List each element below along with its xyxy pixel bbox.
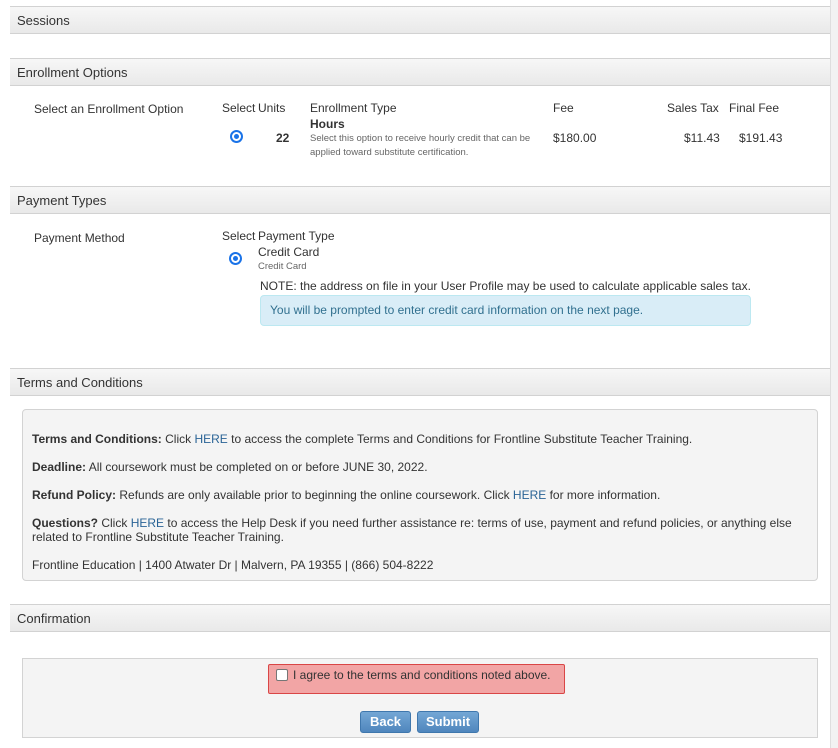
agree-terms-alert[interactable]: I agree to the terms and conditions note… — [268, 664, 565, 694]
payment-col-type: Payment Type — [258, 229, 335, 243]
enrollment-col-units: Units — [258, 101, 286, 115]
payment-option-subtitle: Credit Card — [258, 261, 307, 272]
refund-text-pre: Refunds are only available prior to begi… — [116, 488, 513, 502]
page-scrollbar-gutter — [830, 0, 838, 748]
enrollment-fee-value: $180.00 — [553, 131, 597, 145]
terms-panel: Terms and Conditions: Click HERE to acce… — [22, 409, 818, 581]
refund-label: Refund Policy: — [32, 488, 117, 502]
back-button[interactable]: Back — [360, 711, 411, 733]
enrollment-col-fee: Fee — [553, 101, 574, 115]
refund-paragraph: Refund Policy: Refunds are only availabl… — [32, 488, 807, 502]
enrollment-options-header: Enrollment Options — [10, 58, 830, 86]
agree-terms-label[interactable]: I agree to the terms and conditions note… — [293, 668, 551, 682]
deadline-label: Deadline: — [32, 460, 87, 474]
agree-terms-checkbox[interactable] — [276, 669, 288, 681]
payment-types-header: Payment Types — [10, 186, 830, 214]
questions-label: Questions? — [32, 516, 99, 530]
sales-tax-note: NOTE: the address on file in your User P… — [260, 279, 751, 293]
payment-option-title: Credit Card — [258, 245, 320, 259]
submit-button[interactable]: Submit — [417, 711, 479, 733]
terms-label: Terms and Conditions: — [32, 432, 162, 446]
terms-paragraph: Terms and Conditions: Click HERE to acce… — [32, 432, 807, 446]
terms-text-post: to access the complete Terms and Conditi… — [227, 432, 693, 446]
enrollment-units-value: 22 — [276, 131, 290, 145]
credit-card-info-alert: You will be prompted to enter credit car… — [260, 295, 751, 326]
enrollment-type-title: Hours — [310, 117, 345, 131]
enrollment-final-fee-value: $191.43 — [739, 131, 783, 145]
enrollment-col-select: Select — [222, 101, 256, 115]
help-desk-here-link[interactable]: HERE — [131, 516, 164, 530]
questions-paragraph: Questions? Click HERE to access the Help… — [32, 516, 807, 544]
credit-card-radio[interactable] — [229, 252, 242, 265]
terms-here-link[interactable]: HERE — [194, 432, 227, 446]
enrollment-col-type: Enrollment Type — [310, 101, 397, 115]
page-left-margin — [0, 0, 10, 748]
enrollment-col-final-fee: Final Fee — [729, 101, 780, 115]
sessions-header: Sessions — [10, 6, 830, 34]
refund-text-post: for more information. — [546, 488, 661, 502]
confirmation-header: Confirmation — [10, 604, 830, 632]
enrollment-hours-radio[interactable] — [230, 130, 243, 143]
refund-here-link[interactable]: HERE — [513, 488, 546, 502]
enrollment-col-sales-tax: Sales Tax — [667, 101, 719, 115]
payment-method-label: Payment Method — [34, 231, 125, 245]
terms-header: Terms and Conditions — [10, 368, 830, 396]
payment-col-select: Select — [222, 229, 256, 243]
questions-text-pre: Click — [98, 516, 131, 530]
enrollment-option-label: Select an Enrollment Option — [34, 102, 184, 116]
terms-text-pre: Click — [161, 432, 195, 446]
enrollment-type-desc-line2: applied toward substitute certification. — [310, 147, 469, 158]
deadline-text: All coursework must be completed on or b… — [86, 460, 428, 474]
enrollment-type-desc-line1: Select this option to receive hourly cre… — [310, 133, 531, 144]
enrollment-sales-tax-value: $11.43 — [684, 131, 720, 145]
deadline-paragraph: Deadline: All coursework must be complet… — [32, 460, 807, 474]
company-address: Frontline Education | 1400 Atwater Dr | … — [32, 558, 434, 572]
